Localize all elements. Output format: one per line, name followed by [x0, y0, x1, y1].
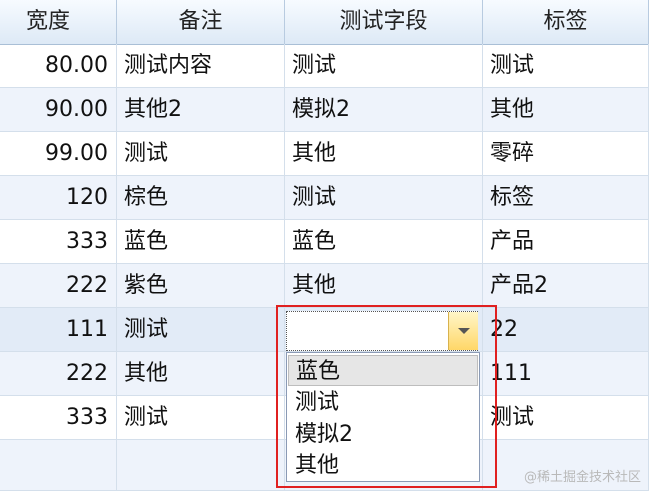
cell-tag[interactable]: 测试: [483, 44, 649, 88]
cell-width[interactable]: 90.00: [0, 88, 117, 132]
cell-remark[interactable]: 蓝色: [117, 220, 285, 264]
grid-header: 宽度 备注 测试字段 标签: [0, 0, 649, 45]
cell-tag[interactable]: 产品2: [483, 264, 649, 308]
cell-test-field[interactable]: 蓝色: [285, 220, 483, 264]
column-header-tag[interactable]: 标签: [483, 0, 649, 44]
cell-width[interactable]: 111: [0, 308, 117, 352]
cell-tag[interactable]: 产品: [483, 220, 649, 264]
cell-tag[interactable]: 测试: [483, 396, 649, 440]
cell-remark[interactable]: [117, 440, 285, 491]
cell-test-field[interactable]: 其他: [285, 264, 483, 308]
table-row[interactable]: 120 棕色 测试 标签: [0, 176, 649, 220]
cell-tag[interactable]: 标签: [483, 176, 649, 220]
cell-test-field[interactable]: 测试: [285, 176, 483, 220]
cell-tag[interactable]: 其他: [483, 88, 649, 132]
highlight-box: [276, 305, 497, 488]
column-header-width[interactable]: 宽度: [0, 0, 117, 44]
table-row[interactable]: 333 蓝色 蓝色 产品: [0, 220, 649, 264]
cell-width[interactable]: 333: [0, 396, 117, 440]
cell-tag[interactable]: 零碎: [483, 132, 649, 176]
cell-width[interactable]: 222: [0, 264, 117, 308]
cell-width[interactable]: [0, 440, 117, 491]
cell-remark[interactable]: 测试: [117, 132, 285, 176]
cell-remark[interactable]: 紫色: [117, 264, 285, 308]
cell-remark[interactable]: 其他: [117, 352, 285, 396]
cell-width[interactable]: 120: [0, 176, 117, 220]
cell-remark[interactable]: 测试: [117, 308, 285, 352]
cell-tag[interactable]: 22: [483, 308, 649, 352]
cell-tag[interactable]: 111: [483, 352, 649, 396]
table-row[interactable]: 222 紫色 其他 产品2: [0, 264, 649, 308]
cell-width[interactable]: 222: [0, 352, 117, 396]
cell-remark[interactable]: 测试内容: [117, 44, 285, 88]
table-row[interactable]: 80.00 测试内容 测试 测试: [0, 44, 649, 88]
cell-remark[interactable]: 棕色: [117, 176, 285, 220]
table-row[interactable]: 99.00 测试 其他 零碎: [0, 132, 649, 176]
cell-width[interactable]: 80.00: [0, 44, 117, 88]
cell-remark[interactable]: 其他2: [117, 88, 285, 132]
cell-width[interactable]: 99.00: [0, 132, 117, 176]
cell-remark[interactable]: 测试: [117, 396, 285, 440]
cell-test-field[interactable]: 其他: [285, 132, 483, 176]
cell-width[interactable]: 333: [0, 220, 117, 264]
column-header-remark[interactable]: 备注: [117, 0, 285, 44]
column-header-test-field[interactable]: 测试字段: [285, 0, 483, 44]
cell-test-field[interactable]: 测试: [285, 44, 483, 88]
cell-test-field[interactable]: 模拟2: [285, 88, 483, 132]
watermark: @稀土掘金技术社区: [523, 470, 641, 485]
table-row[interactable]: 90.00 其他2 模拟2 其他: [0, 88, 649, 132]
